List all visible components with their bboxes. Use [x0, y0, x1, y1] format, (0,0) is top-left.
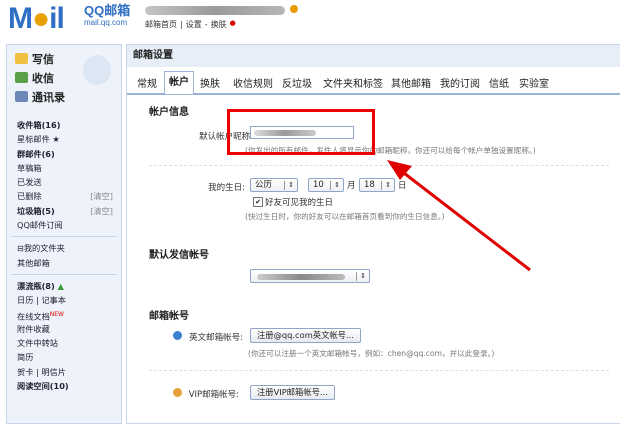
arrow-shaft [399, 168, 531, 272]
annotation-arrow [387, 160, 531, 272]
